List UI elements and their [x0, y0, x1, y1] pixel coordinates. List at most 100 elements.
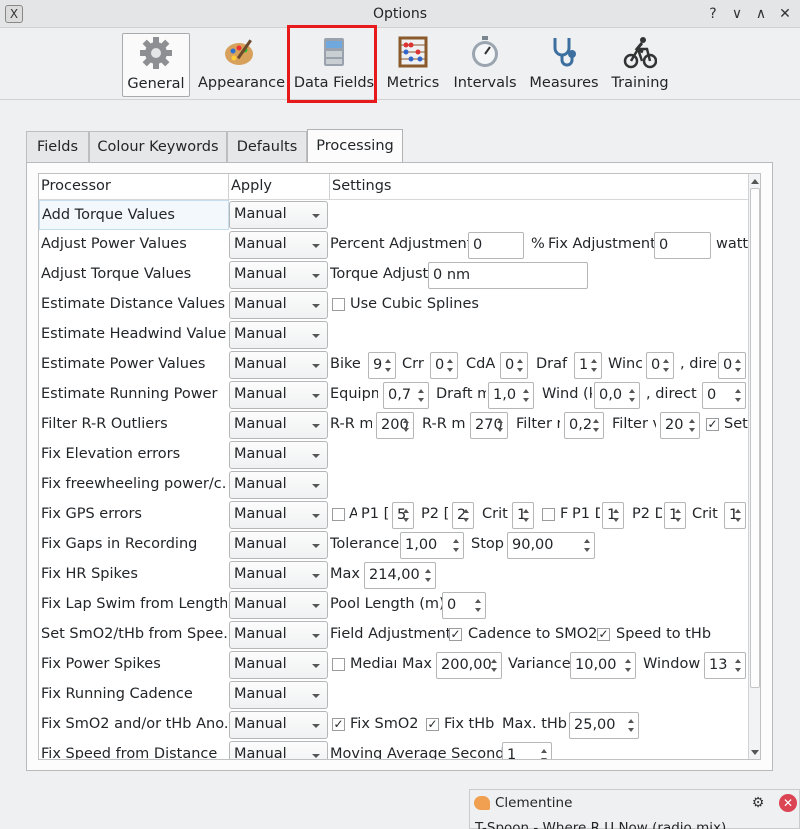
apply-select[interactable]: Manual	[229, 291, 328, 319]
table-row[interactable]: Fix HR Spikes Manual Max 214,00	[39, 560, 748, 590]
wind-spinner[interactable]: 0	[646, 352, 674, 379]
apply-select[interactable]: Manual	[229, 261, 328, 289]
scroll-up-icon[interactable]	[751, 179, 759, 184]
table-row[interactable]: Estimate Power Values Manual Bike 9 Crr …	[39, 350, 748, 380]
gps-p1-spinner[interactable]: 5	[392, 502, 414, 529]
gps-p1b-spinner[interactable]: 1	[602, 502, 624, 529]
apply-select[interactable]: Manual	[229, 411, 328, 439]
maximize-button[interactable]: ∧	[751, 4, 771, 24]
table-row[interactable]: Fix Elevation errors Manual	[39, 440, 748, 470]
wind-spinner[interactable]: 0,0	[594, 382, 640, 409]
equipment-spinner[interactable]: 0,7	[383, 382, 429, 409]
apply-select[interactable]: Manual	[229, 351, 328, 379]
apply-select[interactable]: Manual	[229, 651, 328, 679]
header-settings[interactable]: Settings	[332, 178, 391, 194]
apply-select[interactable]: Manual	[229, 441, 328, 469]
table-row[interactable]: Estimate Distance Values Manual Use Cubi…	[39, 290, 748, 320]
table-row[interactable]: Fix Lap Swim from Length... Manual Pool …	[39, 590, 748, 620]
table-row[interactable]: Fix GPS errors Manual A P1 [ 5 P2 [ 2 Cr…	[39, 500, 748, 530]
apply-select[interactable]: Manual	[229, 321, 328, 349]
table-row[interactable]: Fix SmO2 and/or tHb Ano... Manual ✓ Fix …	[39, 710, 748, 740]
filter-window-spinner[interactable]: 20	[660, 412, 700, 439]
toolbar-intervals[interactable]: Intervals	[452, 33, 518, 97]
help-button[interactable]: ?	[703, 4, 723, 24]
pool-length-spinner[interactable]: 0	[442, 592, 486, 619]
tolerance-spinner[interactable]: 1,00	[400, 532, 464, 559]
close-button[interactable]: ✕	[775, 4, 795, 24]
table-row[interactable]: Fix Speed from Distance Manual Moving Av…	[39, 740, 748, 759]
apply-select[interactable]: Manual	[229, 501, 328, 529]
table-row[interactable]: Fix Power Spikes Manual Mediar Max 200,0…	[39, 650, 748, 680]
crr-spinner[interactable]: 0	[430, 352, 458, 379]
cubic-splines-checkbox[interactable]	[332, 298, 345, 311]
tab-colour-keywords[interactable]: Colour Keywords	[89, 131, 227, 162]
gps-critb-spinner[interactable]: 1	[724, 502, 746, 529]
variance-spinner[interactable]: 10,00	[570, 652, 636, 679]
apply-select[interactable]: Manual	[229, 561, 328, 589]
bike-spinner[interactable]: 9	[368, 352, 396, 379]
scroll-down-icon[interactable]	[751, 750, 759, 755]
median-checkbox[interactable]	[332, 658, 345, 671]
power-max-spinner[interactable]: 200,00	[436, 652, 502, 679]
cda-spinner[interactable]: 0	[500, 352, 528, 379]
set-checkbox[interactable]: ✓	[706, 418, 719, 431]
direction-spinner[interactable]: 0	[702, 382, 746, 409]
minimize-button[interactable]: ∨	[727, 4, 747, 24]
percent-adjustment-input[interactable]: 0	[468, 232, 524, 259]
max-thb-spinner[interactable]: 25,00	[569, 712, 639, 739]
apply-select[interactable]: Manual	[229, 681, 328, 709]
apply-select[interactable]: Manual	[229, 471, 328, 499]
close-icon[interactable]: ✕	[779, 794, 797, 812]
hr-max-spinner[interactable]: 214,00	[364, 562, 436, 589]
tab-defaults[interactable]: Defaults	[227, 131, 307, 162]
header-processor[interactable]: Processor	[41, 178, 111, 194]
apply-select[interactable]: Manual	[229, 711, 328, 739]
media-notification[interactable]: Clementine ⚙ ✕ T-Spoon - Where R U Now (…	[469, 789, 800, 829]
toolbar-measures[interactable]: Measures	[528, 33, 600, 97]
window-spinner[interactable]: 13	[704, 652, 746, 679]
tab-fields[interactable]: Fields	[26, 131, 89, 162]
torque-adjust-input[interactable]: 0 nm	[428, 262, 588, 289]
apply-select[interactable]: Manual	[229, 201, 328, 229]
table-row[interactable]: Fix freewheeling power/c... Manual	[39, 470, 748, 500]
header-apply[interactable]: Apply	[231, 178, 272, 194]
apply-select[interactable]: Manual	[229, 381, 328, 409]
gps-b-checkbox[interactable]	[542, 508, 555, 521]
draft-spinner[interactable]: 1	[574, 352, 602, 379]
cadence-smo2-checkbox[interactable]: ✓	[449, 628, 462, 641]
tab-processing[interactable]: Processing	[307, 129, 403, 162]
direction-spinner[interactable]: 0	[718, 352, 746, 379]
apply-select[interactable]: Manual	[229, 621, 328, 649]
apply-select[interactable]: Manual	[229, 591, 328, 619]
table-row[interactable]: Estimate Headwind Values Manual	[39, 320, 748, 350]
gps-p2b-spinner[interactable]: 1	[664, 502, 686, 529]
filter-spinner[interactable]: 0,2	[564, 412, 604, 439]
table-row[interactable]: Filter R-R Outliers Manual R-R m. 200 R-…	[39, 410, 748, 440]
apply-select[interactable]: Manual	[229, 531, 328, 559]
toolbar-metrics[interactable]: Metrics	[384, 33, 442, 97]
gps-p2-spinner[interactable]: 2	[452, 502, 474, 529]
moving-average-spinner[interactable]: 1	[502, 742, 552, 759]
table-row[interactable]: Estimate Running Power Manual Equipm 0,7…	[39, 380, 748, 410]
table-row[interactable]: Set SmO2/tHb from Spee... Manual Field A…	[39, 620, 748, 650]
table-row[interactable]: Adjust Torque Values Manual Torque Adjus…	[39, 260, 748, 290]
table-row[interactable]: Fix Running Cadence Manual	[39, 680, 748, 710]
rr-min-spinner[interactable]: 270	[470, 412, 508, 439]
scroll-thumb[interactable]	[750, 188, 760, 688]
gps-crit-spinner[interactable]: 1	[512, 502, 534, 529]
toolbar-general[interactable]: General	[122, 33, 190, 97]
fix-thb-checkbox[interactable]: ✓	[426, 718, 439, 731]
sliders-icon[interactable]: ⚙	[749, 794, 767, 812]
fix-smo2-checkbox[interactable]: ✓	[332, 718, 345, 731]
toolbar-training[interactable]: Training	[609, 33, 671, 97]
apply-select[interactable]: Manual	[229, 741, 328, 759]
toolbar-appearance[interactable]: Appearance	[198, 33, 285, 97]
fix-adjustment-input[interactable]: 0	[654, 232, 711, 259]
table-row[interactable]: Add Torque Values Manual	[39, 200, 748, 230]
draft-spinner[interactable]: 1,0	[488, 382, 534, 409]
stop-spinner[interactable]: 90,00	[507, 532, 595, 559]
speed-thb-checkbox[interactable]: ✓	[597, 628, 610, 641]
apply-select[interactable]: Manual	[229, 231, 328, 259]
table-row[interactable]: Adjust Power Values Manual Percent Adjus…	[39, 230, 748, 260]
gps-a-checkbox[interactable]	[332, 508, 345, 521]
